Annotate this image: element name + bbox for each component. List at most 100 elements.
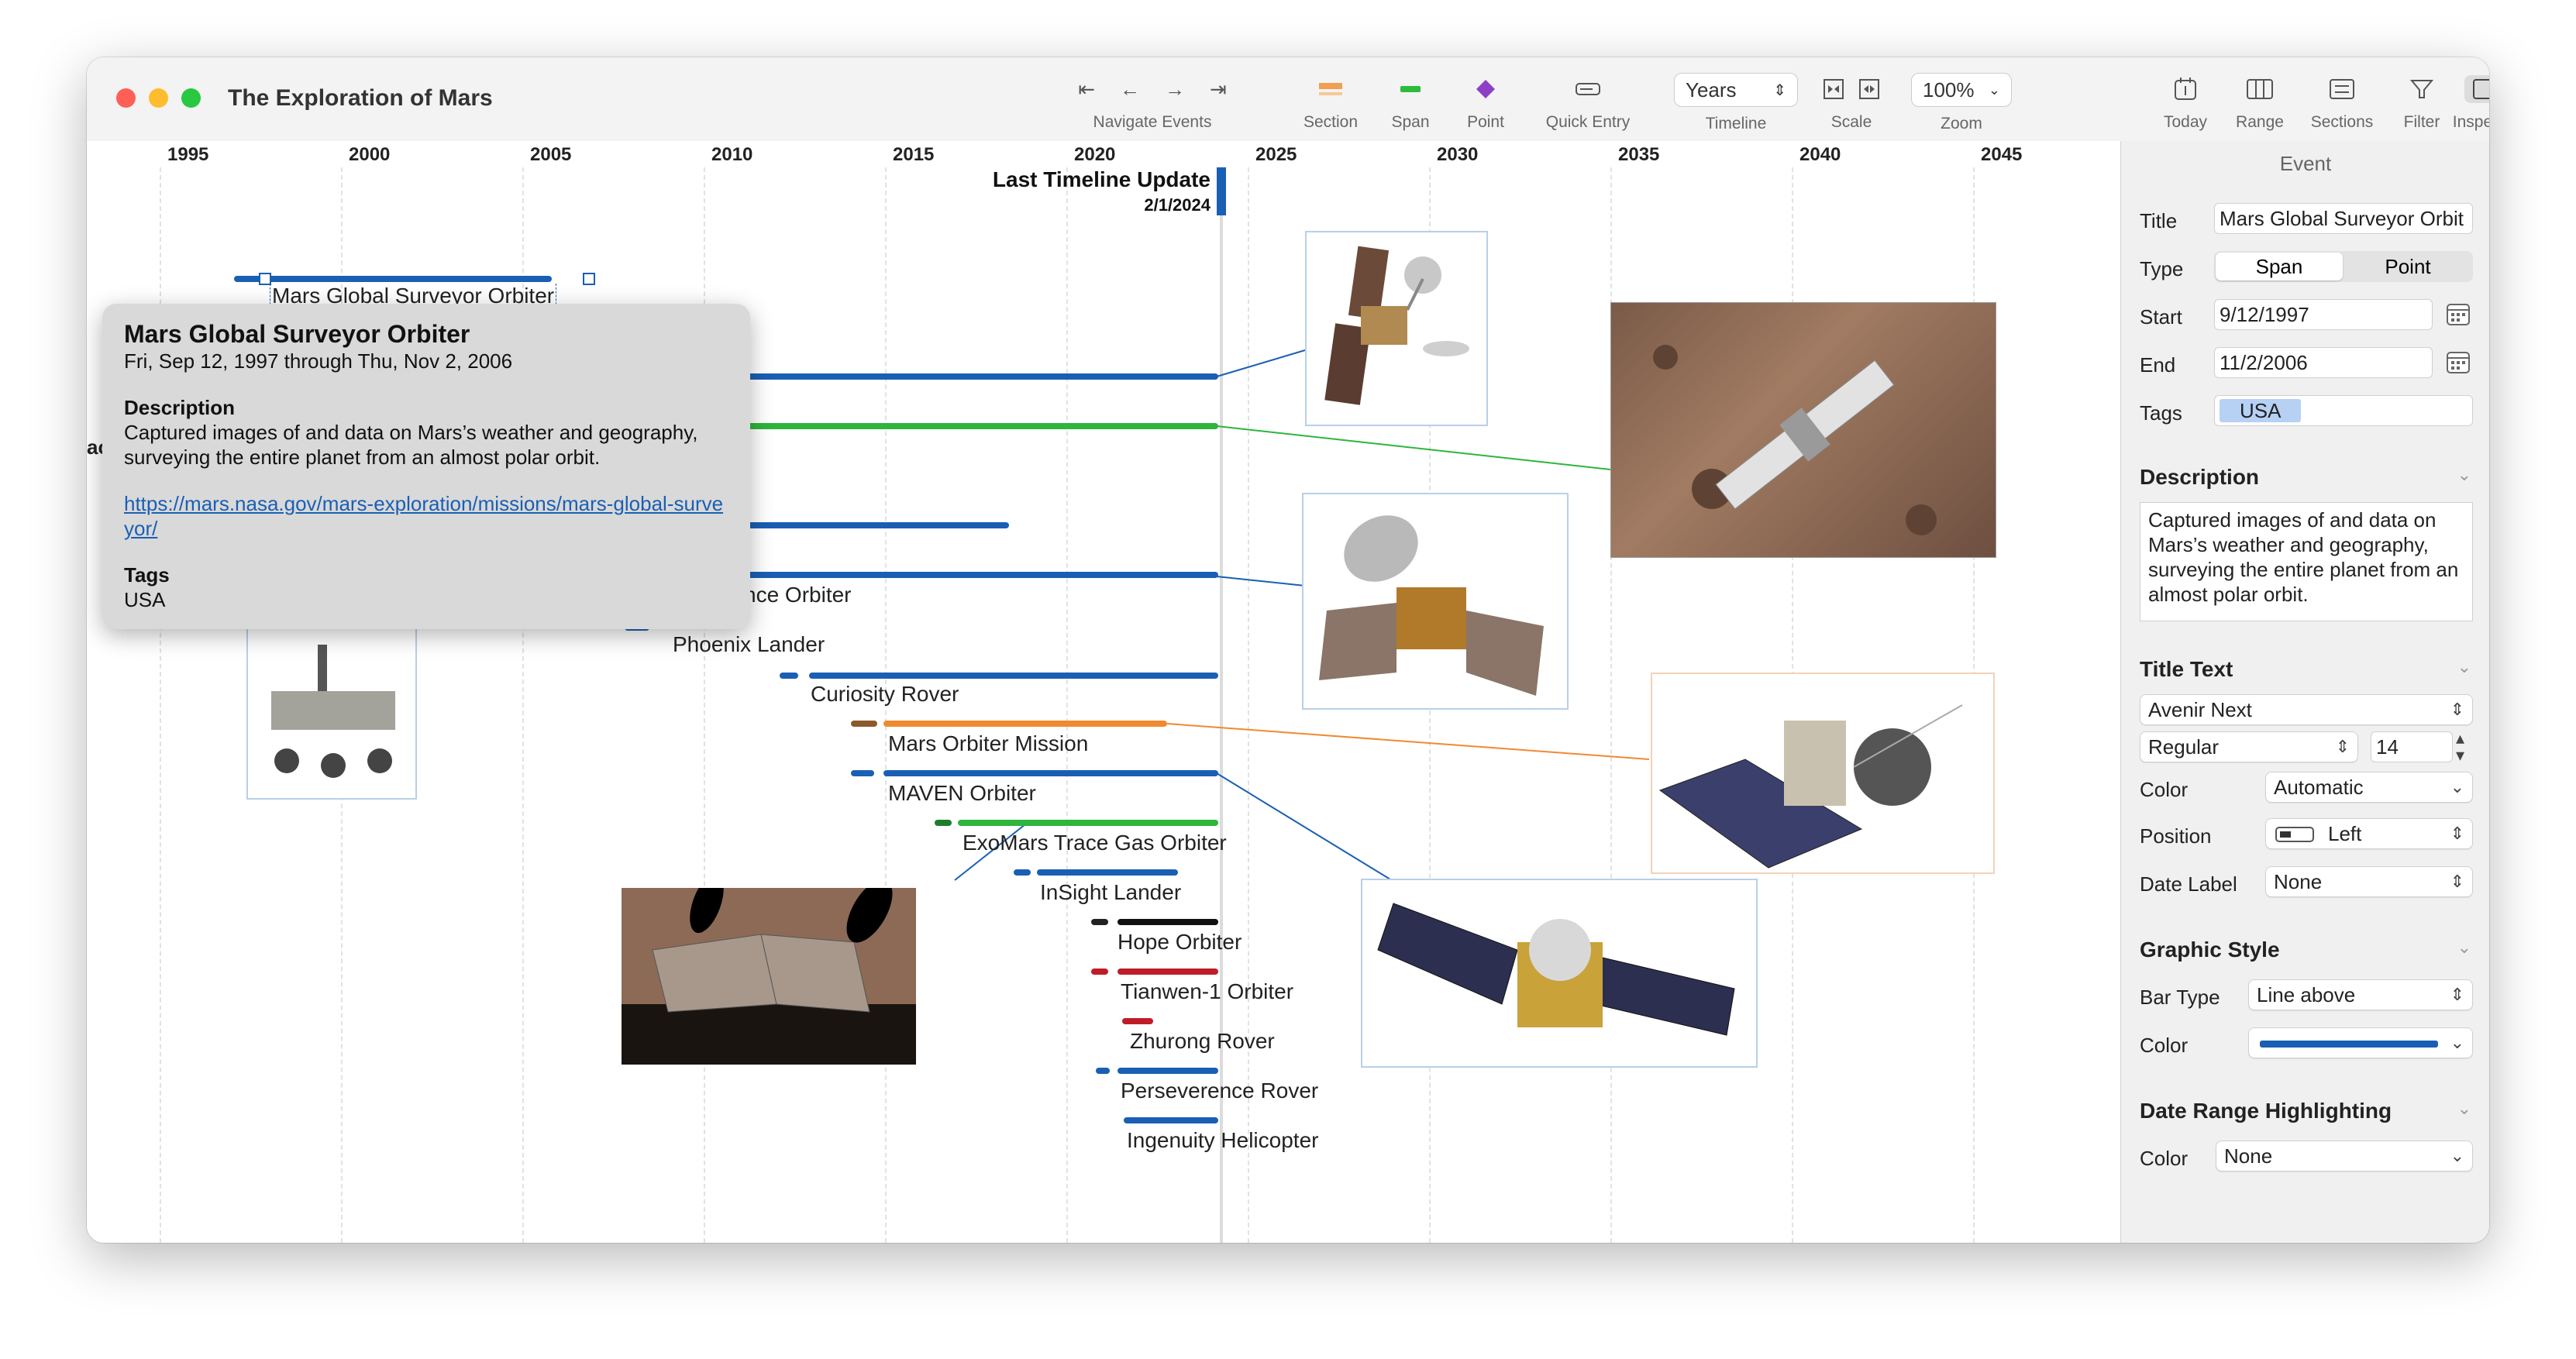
updown-chevron-icon: ⇕ <box>1773 81 1786 99</box>
event-bar-insight-lander[interactable] <box>1037 869 1178 876</box>
event-bar-curiosity-rover[interactable] <box>809 673 1218 679</box>
chevron-down-icon[interactable]: ⌄ <box>2457 657 2471 677</box>
event-bar-exomars-trace-gas-orbiter[interactable] <box>958 820 1218 826</box>
popover-tags-heading: Tags <box>124 563 170 587</box>
inspector-button[interactable]: Inspector <box>2440 73 2489 132</box>
tag-token[interactable]: USA <box>2220 399 2302 422</box>
event-bar-perseverence-lead[interactable] <box>1096 1068 1110 1074</box>
event-bar-mars-reconnaissance-orbiter[interactable] <box>707 572 1218 578</box>
updown-chevron-icon: ⇕ <box>2450 824 2464 843</box>
tags-field[interactable]: USA <box>2214 395 2473 426</box>
event-bar-zhurong-rover[interactable] <box>1122 1018 1153 1024</box>
event-bar-mars-global-surveyor[interactable] <box>234 276 552 282</box>
span-button[interactable]: Span <box>1379 73 1441 132</box>
event-bar[interactable] <box>707 423 1218 429</box>
date-label-select[interactable]: None ⇕ <box>2265 866 2473 897</box>
end-date-field[interactable]: 11/2/2006 <box>2214 347 2433 378</box>
type-point-segment[interactable]: Point <box>2344 253 2471 280</box>
point-button[interactable]: Point <box>1451 73 1520 132</box>
close-window-button[interactable] <box>116 88 136 108</box>
event-bar-curiosity-rover-lead[interactable] <box>780 673 798 679</box>
event-bar-mars-orbiter-mission-lead[interactable] <box>851 721 877 727</box>
bar-type-label: Bar Type <box>2140 986 2220 1009</box>
event-label-insight-lander[interactable]: InSight Lander <box>1040 880 1181 905</box>
title-color-select[interactable]: Automatic ⌄ <box>2265 772 2473 803</box>
chevron-down-icon[interactable]: ⌄ <box>2457 465 2471 485</box>
range-button[interactable]: Range <box>2229 73 2291 132</box>
chevron-down-icon[interactable]: ⌄ <box>2457 938 2471 958</box>
event-bar-maven-orbiter[interactable] <box>883 770 1218 776</box>
event-label-curiosity-rover[interactable]: Curiosity Rover <box>811 682 959 707</box>
font-size-stepper[interactable]: ▴ ▾ <box>2456 730 2464 764</box>
last-event-icon[interactable]: ⇥ <box>1210 77 1227 101</box>
previous-event-icon[interactable]: ← <box>1120 77 1140 101</box>
first-event-icon[interactable]: ⇤ <box>1078 77 1095 101</box>
event-bar-hope-orbiter[interactable] <box>1118 919 1218 925</box>
event-bar[interactable] <box>707 522 1009 528</box>
image-mars-orbiter-mission[interactable] <box>1651 673 1995 874</box>
event-bar-maven-orbiter-lead[interactable] <box>851 770 874 776</box>
font-size-field[interactable]: 14 <box>2371 731 2453 762</box>
font-family-select[interactable]: Avenir Next ⇕ <box>2140 694 2473 725</box>
event-bar[interactable] <box>707 373 1218 380</box>
bar-type-value: Line above <box>2257 983 2356 1006</box>
zoom-select[interactable]: 100% ⌄ <box>1911 73 2012 107</box>
event-label-ingenuity-helicopter[interactable]: Ingenuity Helicopter <box>1127 1128 1318 1153</box>
image-mars-global-surveyor[interactable] <box>1305 231 1488 426</box>
popover-link[interactable]: https://mars.nasa.gov/mars-exploration/m… <box>124 491 728 541</box>
scale-increase-icon[interactable] <box>1858 77 1881 101</box>
timeline-select[interactable]: Years ⇕ <box>1674 73 1798 107</box>
font-weight-select[interactable]: Regular ⇕ <box>2140 731 2358 762</box>
event-label-perseverence-rover[interactable]: Perseverence Rover <box>1121 1079 1318 1103</box>
event-bar-hope-lead[interactable] <box>1091 919 1108 925</box>
today-button[interactable]: Today <box>2154 73 2216 132</box>
last-update-marker[interactable] <box>1217 167 1226 215</box>
event-bar-tianwen-1-orbiter[interactable] <box>1118 969 1218 975</box>
minimize-window-button[interactable] <box>149 88 168 108</box>
image-maven-orbiter[interactable] <box>1361 879 1758 1068</box>
description-textarea[interactable]: Captured images of and data on Mars’s we… <box>2140 502 2473 621</box>
event-label-exomars-trace-gas-orbiter[interactable]: ExoMars Trace Gas Orbiter <box>963 831 1227 855</box>
event-label-phoenix-lander[interactable]: Phoenix Lander <box>673 632 825 657</box>
chevron-down-icon[interactable]: ⌄ <box>2457 1099 2471 1119</box>
year-ruler[interactable]: 1995 2000 2005 2010 2015 2020 2025 2030 … <box>87 141 2120 169</box>
image-insight-lander[interactable] <box>622 873 916 1065</box>
title-field[interactable]: Mars Global Surveyor Orbit <box>2214 203 2473 234</box>
timeline-canvas[interactable]: Last Timeline Update 2/1/2024 Mars Globa… <box>87 167 2120 1243</box>
type-span-segment[interactable]: Span <box>2216 253 2343 280</box>
event-label-mars-orbiter-mission[interactable]: Mars Orbiter Mission <box>888 731 1088 756</box>
range-columns-icon <box>2247 79 2273 99</box>
image-mars-reconnaissance-orbiter[interactable] <box>1302 493 1569 710</box>
bar-type-select[interactable]: Line above ⇕ <box>2248 979 2473 1010</box>
image-opportunity-rover[interactable] <box>246 628 417 800</box>
section-button[interactable]: Section <box>1288 73 1373 132</box>
event-label-maven-orbiter[interactable]: MAVEN Orbiter <box>888 781 1036 806</box>
event-bar-insight-lead[interactable] <box>1014 869 1031 876</box>
event-label-mars-reconnaissance-orbiter[interactable]: nce Orbiter <box>744 583 852 607</box>
event-bar-ingenuity-helicopter[interactable] <box>1124 1117 1218 1123</box>
quick-entry-button[interactable]: Quick Entry <box>1530 73 1646 132</box>
event-bar-mars-orbiter-mission[interactable] <box>883 721 1167 727</box>
event-label-zhurong-rover[interactable]: Zhurong Rover <box>1130 1029 1275 1054</box>
event-bar-perseverence-rover[interactable] <box>1118 1068 1218 1074</box>
next-event-icon[interactable]: → <box>1165 77 1185 101</box>
point-label: Point <box>1467 113 1504 131</box>
end-calendar-icon[interactable] <box>2445 349 2471 375</box>
range-color-select[interactable]: None ⌄ <box>2216 1141 2473 1171</box>
start-calendar-icon[interactable] <box>2445 301 2471 327</box>
sections-button[interactable]: Sections <box>2303 73 2381 132</box>
position-select[interactable]: Left ⇕ <box>2265 818 2473 849</box>
event-label-hope-orbiter[interactable]: Hope Orbiter <box>1118 930 1242 955</box>
event-bar-exomars-lead[interactable] <box>935 820 952 826</box>
graphic-color-label: Color <box>2140 1034 2189 1057</box>
scale-decrease-icon[interactable] <box>1822 77 1845 101</box>
event-bar-tianwen-lead[interactable] <box>1091 969 1108 975</box>
start-date-field[interactable]: 9/12/1997 <box>2214 299 2433 330</box>
graphic-color-select[interactable]: ⌄ <box>2248 1027 2473 1058</box>
resize-handle[interactable] <box>583 273 595 285</box>
range-color-value: None <box>2224 1144 2273 1168</box>
event-label-tianwen-1-orbiter[interactable]: Tianwen-1 Orbiter <box>1121 979 1293 1004</box>
zoom-window-button[interactable] <box>181 88 201 108</box>
image-mars-orbit[interactable] <box>1610 302 1996 558</box>
position-label: Position <box>2140 824 2212 848</box>
